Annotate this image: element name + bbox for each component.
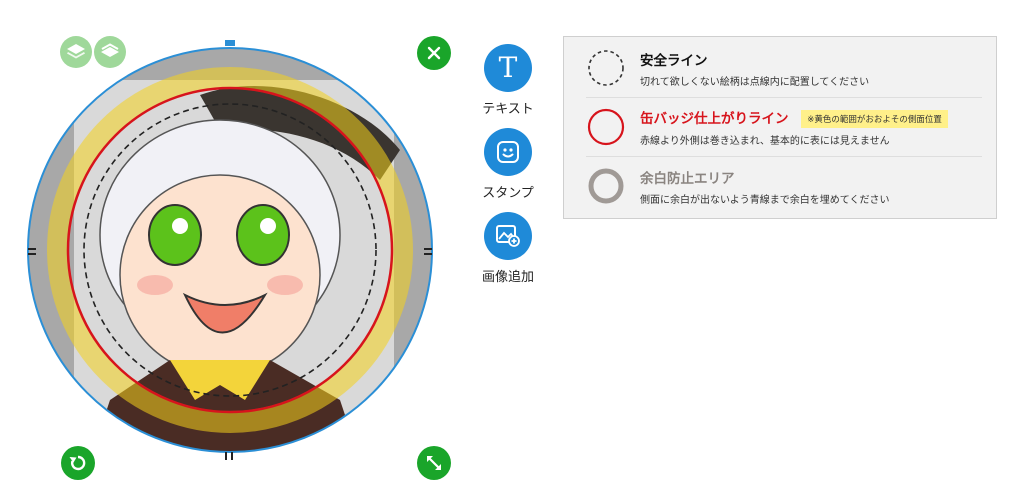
artwork [28, 48, 432, 452]
legend-note: ※黄色の範囲がおおよその側面位置 [801, 110, 948, 128]
dashed-circle-icon [588, 50, 624, 86]
legend-row-finish-line: 缶バッジ仕上がりライン ※黄色の範囲がおおよその側面位置 赤線より外側は巻き込ま… [586, 98, 982, 157]
gray-ring-icon [588, 168, 624, 204]
smiley-stamp-icon [484, 128, 532, 176]
legend-desc: 側面に余白が出ないよう青線まで余白を埋めてください [640, 194, 890, 206]
legend-title: 余白防止エリア [640, 170, 735, 187]
legend-title: 缶バッジ仕上がりライン [640, 111, 789, 127]
add-image-icon [484, 212, 532, 260]
legend-row-safe-line: 安全ライン 切れて欲しくない絵柄は点線内に配置してください [586, 39, 982, 98]
add-image-tool-button[interactable]: 画像追加 [480, 212, 536, 285]
stamp-tool-button[interactable]: スタンプ [480, 128, 536, 201]
red-circle-icon [587, 108, 625, 146]
legend-desc: 赤線より外側は巻き込まれ、基本的に表には見えません [640, 136, 890, 147]
legend-row-margin-area: 余白防止エリア 側面に余白が出ないよう青線まで余白を埋めてください [586, 157, 982, 215]
tool-label: 画像追加 [481, 270, 534, 285]
tool-label: テキスト [482, 102, 534, 117]
tool-label: スタンプ [482, 186, 534, 201]
legend-desc: 切れて欲しくない絵柄は点線内に配置してください [640, 76, 870, 88]
line-legend: 安全ライン 切れて欲しくない絵柄は点線内に配置してください 缶バッジ仕上がりライ… [563, 36, 997, 219]
badge-preview[interactable] [20, 40, 440, 460]
badge-editor [0, 0, 470, 493]
text-tool-button[interactable]: T テキスト [480, 44, 536, 117]
legend-title: 安全ライン [640, 52, 708, 69]
text-t-icon: T [484, 44, 532, 92]
